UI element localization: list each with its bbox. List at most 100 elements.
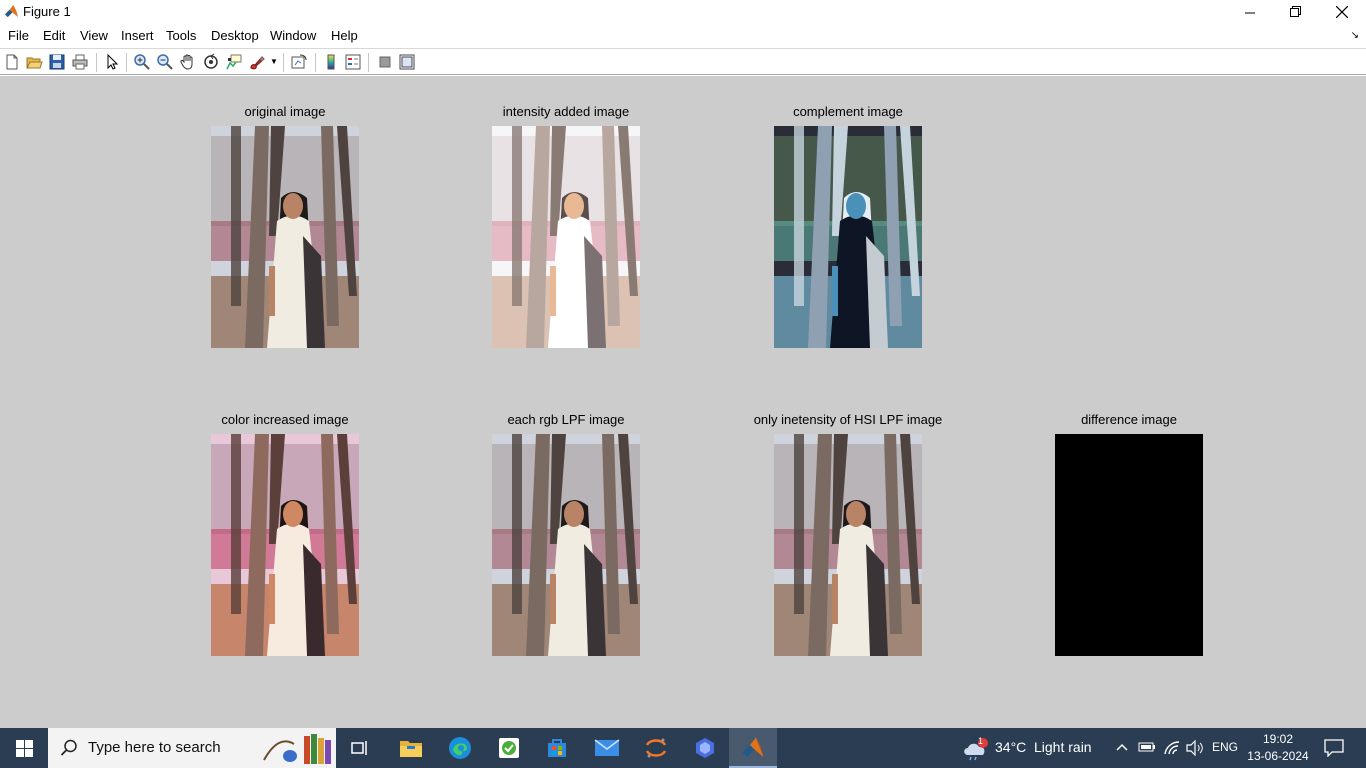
taskbar-clock[interactable]: 19:02 13-06-2024 (1246, 731, 1310, 765)
restore-button[interactable] (1273, 0, 1319, 24)
photo-arm (550, 266, 556, 316)
subplot-title: color increased image (221, 412, 349, 427)
subplot-title: intensity added image (502, 104, 630, 119)
menu-edit[interactable]: Edit (43, 28, 65, 43)
app-icon-blue-hexagon[interactable] (691, 734, 719, 762)
search-icon (60, 739, 77, 756)
photo-arm (832, 574, 838, 624)
new-figure-icon[interactable] (3, 53, 21, 71)
subplot-title: each rgb LPF image (507, 412, 625, 427)
chevron-up-icon[interactable] (1116, 742, 1128, 752)
title-bar: Figure 1 (0, 0, 1366, 24)
mail-icon[interactable] (593, 734, 621, 762)
photo-face (283, 193, 303, 219)
clock-time: 19:02 (1262, 732, 1294, 746)
minimize-button[interactable] (1227, 0, 1273, 24)
photo-image (211, 434, 359, 656)
menu-tools[interactable]: Tools (166, 28, 196, 43)
close-icon (1336, 6, 1348, 18)
notification-center-icon[interactable] (1324, 739, 1344, 757)
menu-window[interactable]: Window (270, 28, 316, 43)
rotate-3d-icon[interactable] (202, 53, 220, 71)
subplot-title: original image (244, 104, 326, 119)
photo-palm-trunk (794, 434, 804, 614)
matlab-taskbar-button[interactable] (729, 728, 777, 768)
search-placeholder: Type here to search (88, 739, 221, 756)
toolbar-separator (96, 53, 97, 72)
insert-colorbar-icon[interactable] (322, 53, 340, 71)
photo-face (564, 193, 584, 219)
open-file-icon[interactable] (25, 53, 43, 71)
jupyter-icon[interactable] (642, 734, 670, 762)
restore-icon (1290, 6, 1301, 17)
photo-palm-trunk (512, 126, 522, 306)
photo-arm (269, 266, 275, 316)
photo-palm-trunk (231, 126, 241, 306)
language-indicator[interactable]: ENG (1212, 740, 1238, 754)
photo-palm-trunk (231, 434, 241, 614)
edit-plot-arrow-icon[interactable] (103, 53, 121, 71)
photo-palm-trunk (794, 126, 804, 306)
clock-date: 13-06-2024 (1247, 749, 1309, 763)
brush-dropdown-icon[interactable]: ▼ (270, 57, 278, 66)
toolbar-separator (315, 53, 316, 72)
window-title: Figure 1 (23, 4, 71, 19)
photo-face (564, 501, 584, 527)
menu-bar: File Edit View Insert Tools Desktop Wind… (0, 24, 1366, 47)
link-plot-icon[interactable] (290, 53, 308, 71)
start-button[interactable] (0, 728, 48, 768)
menu-desktop[interactable]: Desktop (211, 28, 259, 43)
close-button[interactable] (1319, 0, 1365, 24)
task-view-icon[interactable] (346, 734, 374, 762)
menu-file[interactable]: File (8, 28, 29, 43)
photo-image (774, 434, 922, 656)
weather-label[interactable]: Light rain (1034, 739, 1092, 755)
toolbar-separator (368, 53, 369, 72)
photo-face (283, 501, 303, 527)
show-plot-tools-icon[interactable] (398, 53, 416, 71)
photo-palm-trunk (512, 434, 522, 614)
menu-view[interactable]: View (80, 28, 108, 43)
toolbar-separator (126, 53, 127, 72)
insert-legend-icon[interactable] (344, 53, 362, 71)
save-icon[interactable] (48, 53, 66, 71)
wifi-icon[interactable] (1163, 740, 1181, 756)
photo-arm (269, 574, 275, 624)
dock-figure-icon[interactable]: ↘ (1351, 30, 1359, 41)
brush-icon[interactable] (248, 53, 266, 71)
photo-image (492, 126, 640, 348)
microsoft-store-icon[interactable] (543, 734, 571, 762)
subplot-title: difference image (1081, 412, 1177, 427)
zoom-out-icon[interactable] (156, 53, 174, 71)
windows-logo-icon (15, 739, 33, 757)
print-icon[interactable] (71, 53, 89, 71)
subplot-title: only inetensity of HSI LPF image (753, 412, 943, 427)
photo-image (492, 434, 640, 656)
taskbar-search-box[interactable]: Type here to search (48, 728, 336, 768)
hide-plot-tools-icon[interactable] (376, 53, 394, 71)
subplot-title: complement image (793, 104, 903, 119)
toolbar-separator (283, 53, 284, 72)
battery-icon[interactable] (1138, 741, 1156, 753)
minimize-icon (1244, 12, 1255, 13)
photo-image (774, 126, 922, 348)
zoom-in-icon[interactable] (133, 53, 151, 71)
edge-browser-icon[interactable] (446, 734, 474, 762)
photo-image (1055, 434, 1203, 656)
file-explorer-icon[interactable] (397, 734, 425, 762)
weather-badge-count: 1 (978, 736, 984, 746)
weather-cloud-rain-icon[interactable] (962, 737, 990, 761)
menu-insert[interactable]: Insert (121, 28, 154, 43)
pan-hand-icon[interactable] (179, 53, 197, 71)
photo-arm (550, 574, 556, 624)
menu-help[interactable]: Help (331, 28, 358, 43)
figure-toolbar: ▼ (0, 48, 1366, 75)
figure-canvas: original image intensity added image com… (0, 76, 1366, 728)
matlab-taskbar-icon (742, 737, 764, 757)
photo-face (846, 193, 866, 219)
temperature-label[interactable]: 34°C (995, 739, 1026, 755)
app-icon-green[interactable] (495, 734, 523, 762)
data-cursor-icon[interactable] (225, 53, 243, 71)
speaker-icon[interactable] (1186, 740, 1204, 756)
photo-face (846, 501, 866, 527)
